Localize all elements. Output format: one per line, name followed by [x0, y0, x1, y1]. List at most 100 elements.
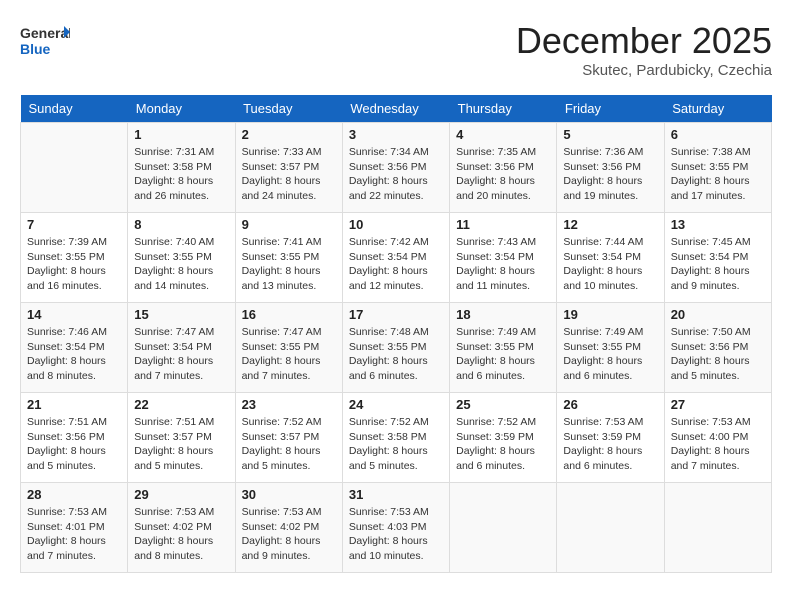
day-number: 21	[27, 397, 121, 412]
day-number: 25	[456, 397, 550, 412]
day-number: 31	[349, 487, 443, 502]
svg-text:Blue: Blue	[20, 41, 51, 57]
day-info: Sunrise: 7:38 AM Sunset: 3:55 PM Dayligh…	[671, 145, 765, 204]
svg-text:General: General	[20, 25, 70, 41]
month-title: December 2025	[516, 20, 772, 62]
calendar-cell: 23Sunrise: 7:52 AM Sunset: 3:57 PM Dayli…	[235, 393, 342, 483]
day-info: Sunrise: 7:46 AM Sunset: 3:54 PM Dayligh…	[27, 325, 121, 384]
day-info: Sunrise: 7:39 AM Sunset: 3:55 PM Dayligh…	[27, 235, 121, 294]
day-info: Sunrise: 7:47 AM Sunset: 3:55 PM Dayligh…	[242, 325, 336, 384]
calendar-cell: 5 Sunrise: 7:36 AM Sunset: 3:56 PM Daylig…	[557, 123, 664, 213]
day-number: 11	[456, 217, 550, 232]
day-info: Sunrise: 7:52 AM Sunset: 3:59 PM Dayligh…	[456, 415, 550, 474]
calendar-cell: 25 Sunrise: 7:52 AM Sunset: 3:59 PM Dayli…	[450, 393, 557, 483]
day-number: 3	[349, 127, 443, 142]
calendar-cell: 22 Sunrise: 7:51 AM Sunset: 3:57 PM Dayli…	[128, 393, 235, 483]
calendar-cell: 20 Sunrise: 7:50 AM Sunset: 3:56 PM Dayli…	[664, 303, 771, 393]
calendar-cell: 2 Sunrise: 7:33 AM Sunset: 3:57 PM Daylig…	[235, 123, 342, 213]
day-number: 27	[671, 397, 765, 412]
calendar-cell: 30Sunrise: 7:53 AM Sunset: 4:02 PM Dayli…	[235, 483, 342, 573]
day-number: 5	[563, 127, 657, 142]
day-info: Sunrise: 7:53 AM Sunset: 4:02 PM Dayligh…	[242, 505, 336, 564]
day-info: Sunrise: 7:51 AM Sunset: 3:57 PM Dayligh…	[134, 415, 228, 474]
day-header-sunday: Sunday	[21, 95, 128, 123]
day-info: Sunrise: 7:50 AM Sunset: 3:56 PM Dayligh…	[671, 325, 765, 384]
day-info: Sunrise: 7:33 AM Sunset: 3:57 PM Dayligh…	[242, 145, 336, 204]
calendar-cell: 18Sunrise: 7:49 AM Sunset: 3:55 PM Dayli…	[450, 303, 557, 393]
day-info: Sunrise: 7:53 AM Sunset: 4:02 PM Dayligh…	[134, 505, 228, 564]
calendar-cell: 12 Sunrise: 7:44 AM Sunset: 3:54 PM Dayli…	[557, 213, 664, 303]
calendar-cell: 15Sunrise: 7:47 AM Sunset: 3:54 PM Dayli…	[128, 303, 235, 393]
calendar-cell: 16 Sunrise: 7:47 AM Sunset: 3:55 PM Dayli…	[235, 303, 342, 393]
calendar-cell: 3 Sunrise: 7:34 AM Sunset: 3:56 PM Daylig…	[342, 123, 449, 213]
calendar-cell: 14Sunrise: 7:46 AM Sunset: 3:54 PM Dayli…	[21, 303, 128, 393]
calendar-cell	[450, 483, 557, 573]
day-header-tuesday: Tuesday	[235, 95, 342, 123]
calendar-cell	[557, 483, 664, 573]
day-info: Sunrise: 7:53 AM Sunset: 3:59 PM Dayligh…	[563, 415, 657, 474]
calendar-cell: 31 Sunrise: 7:53 AM Sunset: 4:03 PM Dayli…	[342, 483, 449, 573]
day-number: 17	[349, 307, 443, 322]
location-subtitle: Skutec, Pardubicky, Czechia	[516, 62, 772, 79]
day-info: Sunrise: 7:53 AM Sunset: 4:00 PM Dayligh…	[671, 415, 765, 474]
calendar-cell: 26Sunrise: 7:53 AM Sunset: 3:59 PM Dayli…	[557, 393, 664, 483]
title-block: December 2025 Skutec, Pardubicky, Czechi…	[516, 20, 772, 79]
calendar-table: SundayMondayTuesdayWednesdayThursdayFrid…	[20, 95, 772, 573]
day-info: Sunrise: 7:53 AM Sunset: 4:01 PM Dayligh…	[27, 505, 121, 564]
day-info: Sunrise: 7:35 AM Sunset: 3:56 PM Dayligh…	[456, 145, 550, 204]
day-header-wednesday: Wednesday	[342, 95, 449, 123]
day-number: 7	[27, 217, 121, 232]
day-info: Sunrise: 7:42 AM Sunset: 3:54 PM Dayligh…	[349, 235, 443, 294]
day-number: 16	[242, 307, 336, 322]
day-number: 13	[671, 217, 765, 232]
day-info: Sunrise: 7:43 AM Sunset: 3:54 PM Dayligh…	[456, 235, 550, 294]
calendar-cell: 7 Sunrise: 7:39 AM Sunset: 3:55 PM Daylig…	[21, 213, 128, 303]
day-info: Sunrise: 7:40 AM Sunset: 3:55 PM Dayligh…	[134, 235, 228, 294]
day-number: 28	[27, 487, 121, 502]
calendar-cell: 6 Sunrise: 7:38 AM Sunset: 3:55 PM Daylig…	[664, 123, 771, 213]
calendar-cell: 29 Sunrise: 7:53 AM Sunset: 4:02 PM Dayli…	[128, 483, 235, 573]
logo-svg: General Blue	[20, 20, 70, 64]
day-info: Sunrise: 7:53 AM Sunset: 4:03 PM Dayligh…	[349, 505, 443, 564]
day-number: 4	[456, 127, 550, 142]
day-info: Sunrise: 7:45 AM Sunset: 3:54 PM Dayligh…	[671, 235, 765, 294]
day-number: 12	[563, 217, 657, 232]
day-info: Sunrise: 7:31 AM Sunset: 3:58 PM Dayligh…	[134, 145, 228, 204]
calendar-cell	[664, 483, 771, 573]
day-number: 24	[349, 397, 443, 412]
calendar-cell: 4 Sunrise: 7:35 AM Sunset: 3:56 PM Daylig…	[450, 123, 557, 213]
day-info: Sunrise: 7:44 AM Sunset: 3:54 PM Dayligh…	[563, 235, 657, 294]
calendar-cell: 11 Sunrise: 7:43 AM Sunset: 3:54 PM Dayli…	[450, 213, 557, 303]
day-info: Sunrise: 7:36 AM Sunset: 3:56 PM Dayligh…	[563, 145, 657, 204]
day-info: Sunrise: 7:48 AM Sunset: 3:55 PM Dayligh…	[349, 325, 443, 384]
day-number: 22	[134, 397, 228, 412]
calendar-cell	[21, 123, 128, 213]
day-number: 18	[456, 307, 550, 322]
day-number: 9	[242, 217, 336, 232]
day-number: 10	[349, 217, 443, 232]
calendar-cell: 28 Sunrise: 7:53 AM Sunset: 4:01 PM Dayli…	[21, 483, 128, 573]
calendar-cell: 17 Sunrise: 7:48 AM Sunset: 3:55 PM Dayli…	[342, 303, 449, 393]
calendar-cell: 19Sunrise: 7:49 AM Sunset: 3:55 PM Dayli…	[557, 303, 664, 393]
page-header: General Blue December 2025 Skutec, Pardu…	[20, 20, 772, 79]
day-number: 15	[134, 307, 228, 322]
day-number: 19	[563, 307, 657, 322]
calendar-cell: 9 Sunrise: 7:41 AM Sunset: 3:55 PM Daylig…	[235, 213, 342, 303]
calendar-cell: 8 Sunrise: 7:40 AM Sunset: 3:55 PM Daylig…	[128, 213, 235, 303]
calendar-cell: 24 Sunrise: 7:52 AM Sunset: 3:58 PM Dayli…	[342, 393, 449, 483]
day-number: 2	[242, 127, 336, 142]
day-number: 6	[671, 127, 765, 142]
day-info: Sunrise: 7:41 AM Sunset: 3:55 PM Dayligh…	[242, 235, 336, 294]
day-number: 29	[134, 487, 228, 502]
calendar-cell: 1 Sunrise: 7:31 AM Sunset: 3:58 PM Daylig…	[128, 123, 235, 213]
calendar-cell: 21 Sunrise: 7:51 AM Sunset: 3:56 PM Dayli…	[21, 393, 128, 483]
day-info: Sunrise: 7:52 AM Sunset: 3:58 PM Dayligh…	[349, 415, 443, 474]
day-header-monday: Monday	[128, 95, 235, 123]
day-number: 20	[671, 307, 765, 322]
day-info: Sunrise: 7:51 AM Sunset: 3:56 PM Dayligh…	[27, 415, 121, 474]
day-header-saturday: Saturday	[664, 95, 771, 123]
day-number: 1	[134, 127, 228, 142]
day-info: Sunrise: 7:34 AM Sunset: 3:56 PM Dayligh…	[349, 145, 443, 204]
day-number: 8	[134, 217, 228, 232]
day-header-thursday: Thursday	[450, 95, 557, 123]
